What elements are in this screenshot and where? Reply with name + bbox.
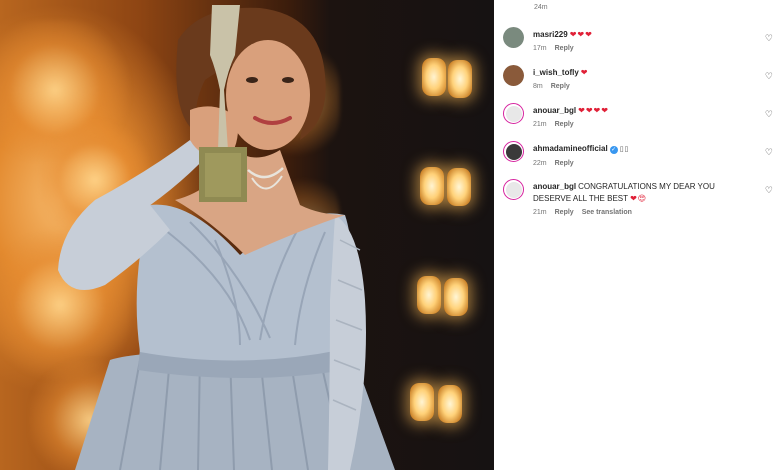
comment-username[interactable]: ahmadamineofficial [533, 144, 608, 153]
like-heart-icon[interactable]: ♡ [765, 33, 773, 44]
avatar[interactable] [503, 65, 524, 86]
comment-emoji: ▯▯ [619, 146, 630, 153]
avatar[interactable] [503, 103, 524, 124]
like-heart-icon[interactable]: ♡ [765, 147, 773, 158]
avatar[interactable] [503, 179, 524, 200]
reply-button[interactable]: Reply [551, 83, 570, 90]
verified-badge-icon: ✓ [609, 146, 618, 154]
see-translation-button[interactable]: See translation [582, 209, 632, 216]
previous-comment-time: 24m [534, 4, 548, 11]
comment-username[interactable]: anouar_bgl [533, 106, 576, 115]
comments-panel: 24m masri229 ❤❤❤ 17m Reply ♡ i_wish_tofly ❤… [494, 0, 780, 470]
like-heart-icon[interactable]: ♡ [765, 109, 773, 120]
comment-emoji: ❤❤❤ [569, 30, 593, 39]
comment-time: 22m [533, 160, 547, 167]
comment-time: 8m [533, 83, 543, 90]
comment-time: 17m [533, 45, 547, 52]
comment-emoji: ❤😍 [630, 194, 648, 203]
post-photo [0, 0, 494, 470]
comment-time: 21m [533, 121, 547, 128]
comment-username[interactable]: anouar_bgl [533, 182, 576, 191]
like-heart-icon[interactable]: ♡ [765, 185, 773, 196]
avatar[interactable] [503, 141, 524, 162]
like-heart-icon[interactable]: ♡ [765, 71, 773, 82]
reply-button[interactable]: Reply [555, 160, 574, 167]
comment-username[interactable]: i_wish_tofly [533, 68, 579, 77]
reply-button[interactable]: Reply [555, 45, 574, 52]
comment-emoji: ❤ [580, 68, 589, 77]
comment-time: 21m [533, 209, 547, 216]
comment-username[interactable]: masri229 [533, 30, 568, 39]
avatar[interactable] [503, 27, 524, 48]
woman-with-award [58, 5, 395, 470]
comment-emoji: ❤❤❤❤ [578, 106, 609, 115]
reply-button[interactable]: Reply [555, 209, 574, 216]
reply-button[interactable]: Reply [555, 121, 574, 128]
